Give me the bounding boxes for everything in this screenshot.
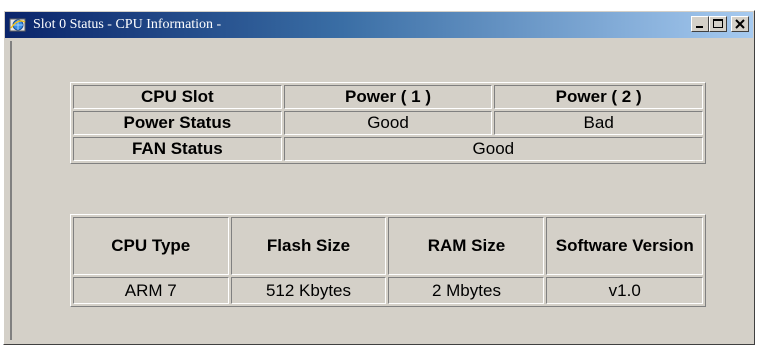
column-header-software-version: Software Version xyxy=(546,217,703,275)
table-row: CPU Type Flash Size RAM Size Software Ve… xyxy=(73,217,703,275)
flash-size-value: 512 Kbytes xyxy=(230,277,387,304)
table-row: Power Status Good Bad xyxy=(73,111,703,135)
column-header-power-1: Power ( 1 ) xyxy=(283,85,493,109)
column-header-power-2: Power ( 2 ) xyxy=(494,85,703,109)
window-title: Slot 0 Status - CPU Information - xyxy=(33,17,222,32)
maximize-icon xyxy=(713,19,723,28)
column-header-cpu-type: CPU Type xyxy=(73,217,229,275)
power-status-table: CPU Slot Power ( 1 ) Power ( 2 ) Power S… xyxy=(70,82,706,164)
column-header-flash-size: Flash Size xyxy=(230,217,387,275)
power-2-status-value: Bad xyxy=(494,111,703,135)
table-row: FAN Status Good xyxy=(73,137,703,161)
maximize-button[interactable] xyxy=(709,16,727,32)
window-content: CPU Slot Power ( 1 ) Power ( 2 ) Power S… xyxy=(10,41,748,340)
power-1-status-value: Good xyxy=(283,111,493,135)
cpu-info-table: CPU Type Flash Size RAM Size Software Ve… xyxy=(70,214,706,307)
content-frame: CPU Slot Power ( 1 ) Power ( 2 ) Power S… xyxy=(10,41,748,340)
row-label-power-status: Power Status xyxy=(73,111,282,135)
row-label-fan-status: FAN Status xyxy=(73,137,282,161)
software-version-value: v1.0 xyxy=(546,277,703,304)
fan-status-value: Good xyxy=(283,137,703,161)
column-header-cpu-slot: CPU Slot xyxy=(73,85,282,109)
table-row: ARM 7 512 Kbytes 2 Mbytes v1.0 xyxy=(73,277,703,304)
column-header-ram-size: RAM Size xyxy=(388,217,545,275)
table-row: CPU Slot Power ( 1 ) Power ( 2 ) xyxy=(73,85,703,109)
minimize-icon xyxy=(696,26,703,28)
browser-globe-icon xyxy=(9,16,27,34)
minimize-button[interactable] xyxy=(691,16,709,32)
title-bar[interactable]: Slot 0 Status - CPU Information - xyxy=(5,12,753,38)
ram-size-value: 2 Mbytes xyxy=(388,277,545,304)
cpu-info-window: Slot 0 Status - CPU Information - CPU Sl… xyxy=(3,10,755,345)
close-icon xyxy=(735,19,745,29)
cpu-type-value: ARM 7 xyxy=(73,277,229,304)
close-button[interactable] xyxy=(731,16,749,32)
